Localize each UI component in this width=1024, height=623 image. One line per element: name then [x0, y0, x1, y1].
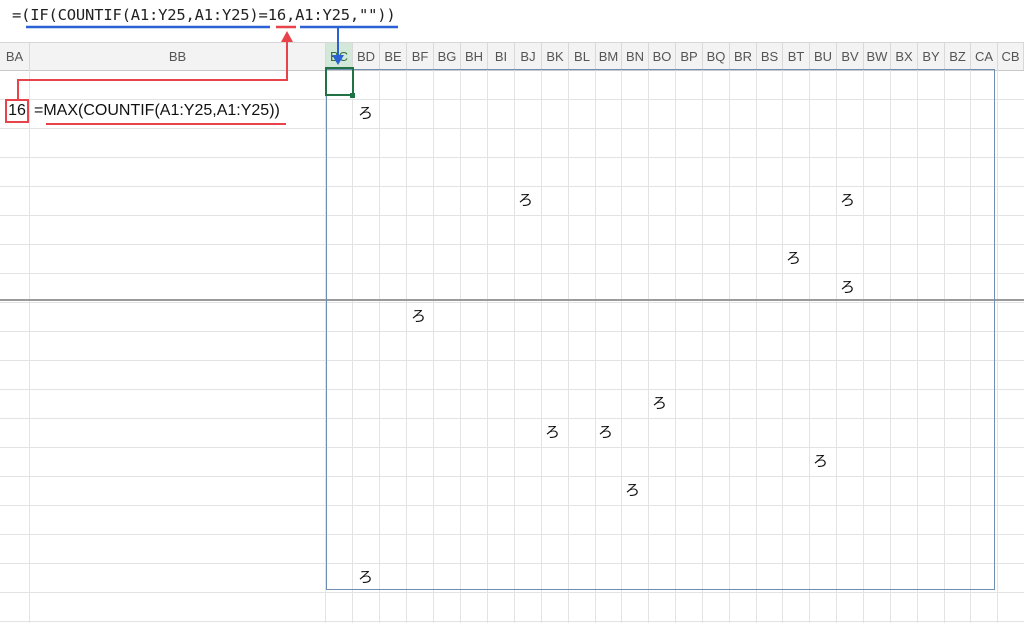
- active-cell[interactable]: [325, 67, 354, 96]
- cell-char-ro[interactable]: ろ: [598, 421, 613, 442]
- cell-char-ro[interactable]: ろ: [652, 392, 667, 413]
- cell-char-ro[interactable]: ろ: [545, 421, 560, 442]
- spill-range-border: [326, 69, 995, 590]
- column-header-row: BA BB BC BD BE BF BG BH BI BJ BK BL BM BN BO BP BQ BR BS BT…: [0, 42, 1024, 71]
- column-header-bz[interactable]: BZ: [945, 43, 971, 70]
- fill-handle[interactable]: [350, 93, 355, 98]
- cell-char-ro[interactable]: ろ: [786, 247, 801, 268]
- column-header-bv[interactable]: BV: [837, 43, 864, 70]
- column-header-bl[interactable]: BL: [569, 43, 596, 70]
- cell-bb-formula[interactable]: =MAX(COUNTIF(A1:Y25,A1:Y25)): [34, 102, 280, 120]
- column-header-bt[interactable]: BT: [783, 43, 810, 70]
- column-header-bq[interactable]: BQ: [703, 43, 730, 70]
- column-header-by[interactable]: BY: [918, 43, 945, 70]
- grid-hline: [0, 592, 1024, 593]
- column-header-ba[interactable]: BA: [0, 43, 30, 70]
- column-header-br[interactable]: BR: [730, 43, 757, 70]
- cell-char-ro[interactable]: ろ: [813, 450, 828, 471]
- formula-text[interactable]: =(IF(COUNTIF(A1:Y25,A1:Y25)=16,A1:Y25,""…: [12, 6, 396, 24]
- column-header-bw[interactable]: BW: [864, 43, 891, 70]
- column-header-bb[interactable]: BB: [30, 43, 326, 70]
- column-header-bf[interactable]: BF: [407, 43, 434, 70]
- column-header-bu[interactable]: BU: [810, 43, 837, 70]
- column-header-bm[interactable]: BM: [596, 43, 622, 70]
- column-header-ca[interactable]: CA: [971, 43, 998, 70]
- column-header-bs[interactable]: BS: [757, 43, 783, 70]
- column-header-bh[interactable]: BH: [461, 43, 488, 70]
- column-header-bg[interactable]: BG: [434, 43, 461, 70]
- formula-bar[interactable]: =(IF(COUNTIF(A1:Y25,A1:Y25)=16,A1:Y25,""…: [0, 0, 1024, 38]
- cell-ba-max-value[interactable]: 16: [5, 99, 29, 123]
- cell-char-ro[interactable]: ろ: [358, 102, 373, 123]
- column-header-cb[interactable]: CB: [998, 43, 1024, 70]
- column-header-bi[interactable]: BI: [488, 43, 515, 70]
- grid-vline: [997, 70, 998, 623]
- column-header-bc[interactable]: BC: [326, 43, 353, 70]
- column-header-bp[interactable]: BP: [676, 43, 703, 70]
- column-header-bj[interactable]: BJ: [515, 43, 542, 70]
- column-header-bk[interactable]: BK: [542, 43, 569, 70]
- cell-char-ro[interactable]: ろ: [840, 189, 855, 210]
- cell-char-ro[interactable]: ろ: [518, 189, 533, 210]
- column-header-bn[interactable]: BN: [622, 43, 649, 70]
- column-header-bo[interactable]: BO: [649, 43, 676, 70]
- cell-char-ro[interactable]: ろ: [625, 479, 640, 500]
- column-header-bx[interactable]: BX: [891, 43, 918, 70]
- column-header-bd[interactable]: BD: [353, 43, 380, 70]
- column-header-be[interactable]: BE: [380, 43, 407, 70]
- cell-char-ro[interactable]: ろ: [411, 305, 426, 326]
- grid-hline: [0, 621, 1024, 622]
- cell-char-ro[interactable]: ろ: [358, 566, 373, 587]
- cell-char-ro[interactable]: ろ: [840, 276, 855, 297]
- grid-vline: [29, 70, 30, 623]
